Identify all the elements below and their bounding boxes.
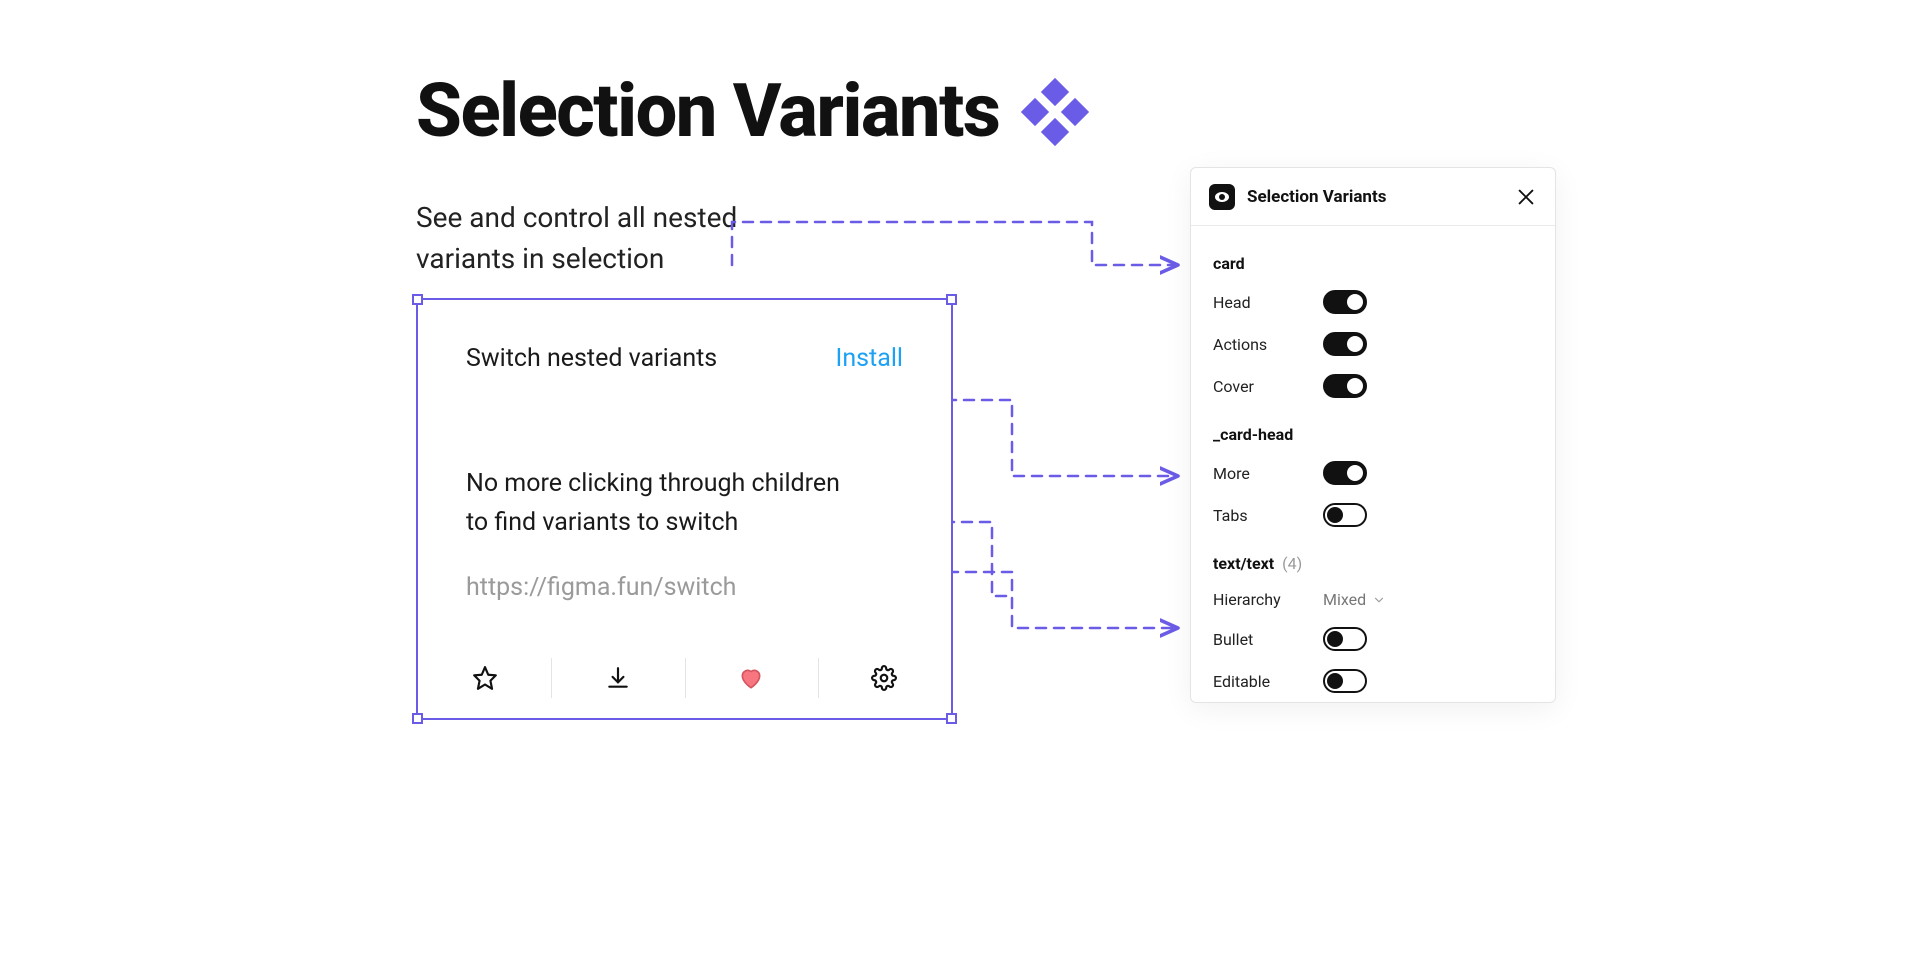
variant-prop-toggle[interactable] bbox=[1323, 290, 1367, 314]
heart-icon bbox=[738, 665, 764, 691]
heart-button[interactable] bbox=[685, 638, 818, 718]
variant-prop-toggle[interactable] bbox=[1323, 461, 1367, 485]
star-icon bbox=[472, 665, 498, 691]
variant-prop-label: Head bbox=[1213, 293, 1323, 312]
card-url: https://figma.fun/switch bbox=[466, 569, 903, 608]
variant-prop-label: More bbox=[1213, 464, 1323, 483]
variant-prop-toggle[interactable] bbox=[1323, 374, 1367, 398]
page-subhead: See and control all nested variants in s… bbox=[416, 198, 836, 279]
variant-prop-select[interactable]: Mixed bbox=[1323, 590, 1386, 609]
selected-canvas-card[interactable]: Switch nested variants Install No more c… bbox=[416, 298, 953, 720]
diamond-logo bbox=[1025, 82, 1085, 142]
variant-prop-label: Cover bbox=[1213, 377, 1323, 396]
variant-prop-label: Editable bbox=[1213, 672, 1323, 691]
variant-prop-label: Hierarchy bbox=[1213, 590, 1323, 609]
install-link[interactable]: Install bbox=[836, 344, 903, 373]
card-title: Switch nested variants bbox=[466, 344, 717, 373]
variant-prop-label: Actions bbox=[1213, 335, 1323, 354]
download-button[interactable] bbox=[551, 638, 684, 718]
variant-group-count: (4) bbox=[1278, 554, 1302, 573]
panel-title: Selection Variants bbox=[1247, 187, 1503, 207]
gear-button[interactable] bbox=[818, 638, 951, 718]
variant-group-label: card bbox=[1191, 236, 1555, 281]
plugin-icon bbox=[1209, 184, 1235, 210]
variant-prop-toggle[interactable] bbox=[1323, 627, 1367, 651]
variant-prop-toggle[interactable] bbox=[1323, 503, 1367, 527]
variant-prop-row: HierarchyMixed bbox=[1191, 581, 1555, 618]
card-body-line1: No more clicking through children bbox=[466, 465, 903, 504]
resize-handle-tr[interactable] bbox=[946, 294, 957, 305]
variant-prop-row: Editable bbox=[1191, 660, 1555, 702]
variant-prop-row: Head bbox=[1191, 281, 1555, 323]
variant-prop-row: Actions bbox=[1191, 323, 1555, 365]
chevron-down-icon bbox=[1372, 593, 1386, 607]
card-actions bbox=[418, 638, 951, 718]
variant-prop-label: Tabs bbox=[1213, 506, 1323, 525]
variant-group-label: text/text (4) bbox=[1191, 536, 1555, 581]
variant-prop-row: Bullet bbox=[1191, 618, 1555, 660]
gear-icon bbox=[871, 665, 897, 691]
card-body-line2: to find variants to switch bbox=[466, 504, 903, 543]
variant-group-label: _card-head bbox=[1191, 407, 1555, 452]
star-button[interactable] bbox=[418, 638, 551, 718]
page-title: Selection Variants bbox=[416, 68, 999, 155]
variant-prop-label: Bullet bbox=[1213, 630, 1323, 649]
variant-prop-toggle[interactable] bbox=[1323, 669, 1367, 693]
variant-prop-row: Cover bbox=[1191, 365, 1555, 407]
variant-prop-toggle[interactable] bbox=[1323, 332, 1367, 356]
selection-variants-panel[interactable]: Selection Variants card Head Actions Cover _… bbox=[1190, 167, 1556, 703]
variant-prop-row: Tabs bbox=[1191, 494, 1555, 536]
resize-handle-tl[interactable] bbox=[412, 294, 423, 305]
download-icon bbox=[605, 665, 631, 691]
variant-prop-row: More bbox=[1191, 452, 1555, 494]
close-icon[interactable] bbox=[1515, 186, 1537, 208]
